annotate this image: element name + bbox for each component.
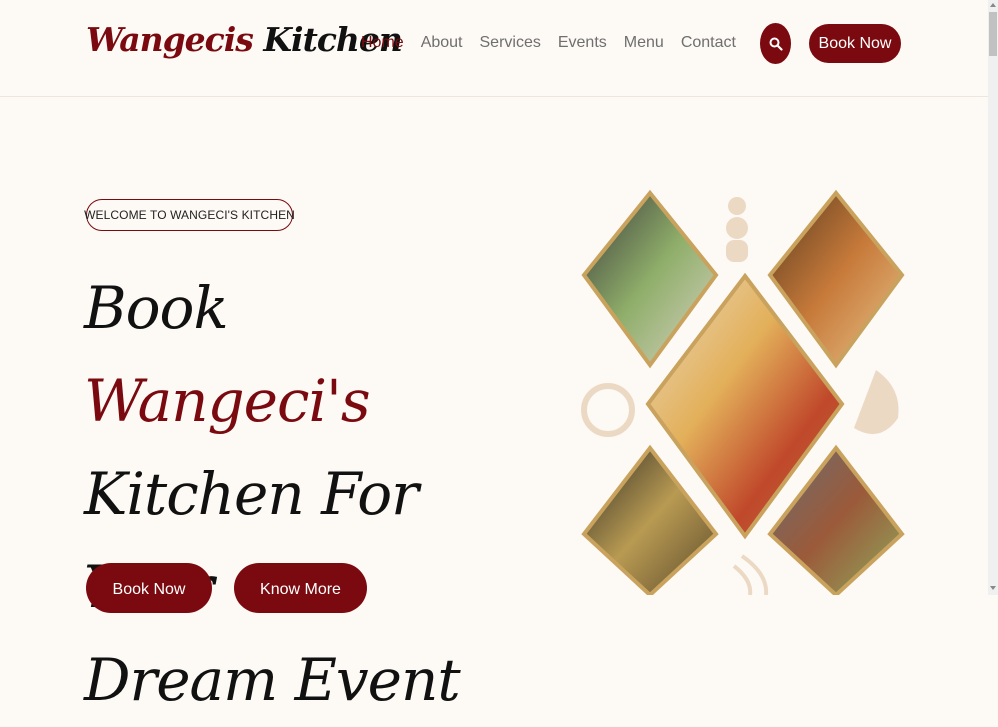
scrollbar-thumb[interactable] <box>989 12 997 56</box>
nav-events[interactable]: Events <box>558 34 607 52</box>
nav-about[interactable]: About <box>421 34 463 52</box>
welcome-badge: WELCOME TO WANGECI'S KITCHEN <box>84 199 295 231</box>
nav-menu[interactable]: Menu <box>624 34 664 52</box>
scroll-down-arrow-icon[interactable] <box>988 583 998 593</box>
scroll-up-arrow-icon[interactable] <box>988 0 998 10</box>
nav-services[interactable]: Services <box>480 34 541 52</box>
food-collage <box>581 189 905 595</box>
hero-title-part-1: Book <box>84 274 229 342</box>
nav-contact[interactable]: Contact <box>681 34 736 52</box>
search-button[interactable] <box>760 23 791 64</box>
steam-icon <box>732 554 769 595</box>
book-now-header-button[interactable]: Book Now <box>809 24 901 63</box>
site-header: Wangecis Kitchen Home About Services Eve… <box>0 0 988 97</box>
hero-title-line-3: Dream Event <box>84 646 461 714</box>
pizza-icon <box>581 383 635 437</box>
nav-home[interactable]: Home <box>361 34 404 52</box>
pizza-slice-icon <box>854 370 899 435</box>
hero-title: Book Wangeci's Kitchen For Your Dream Ev… <box>84 262 524 727</box>
logo-part-1: Wangecis <box>86 20 254 59</box>
search-icon <box>769 37 783 51</box>
know-more-button[interactable]: Know More <box>234 563 367 613</box>
hero-title-accent: Wangeci's <box>84 367 371 435</box>
chef-icon <box>726 197 748 262</box>
main-nav: Home About Services Events Menu Contact <box>361 34 736 52</box>
page-scrollbar[interactable] <box>988 0 998 595</box>
book-now-button[interactable]: Book Now <box>86 563 212 613</box>
site-logo[interactable]: Wangecis Kitchen <box>86 20 403 59</box>
